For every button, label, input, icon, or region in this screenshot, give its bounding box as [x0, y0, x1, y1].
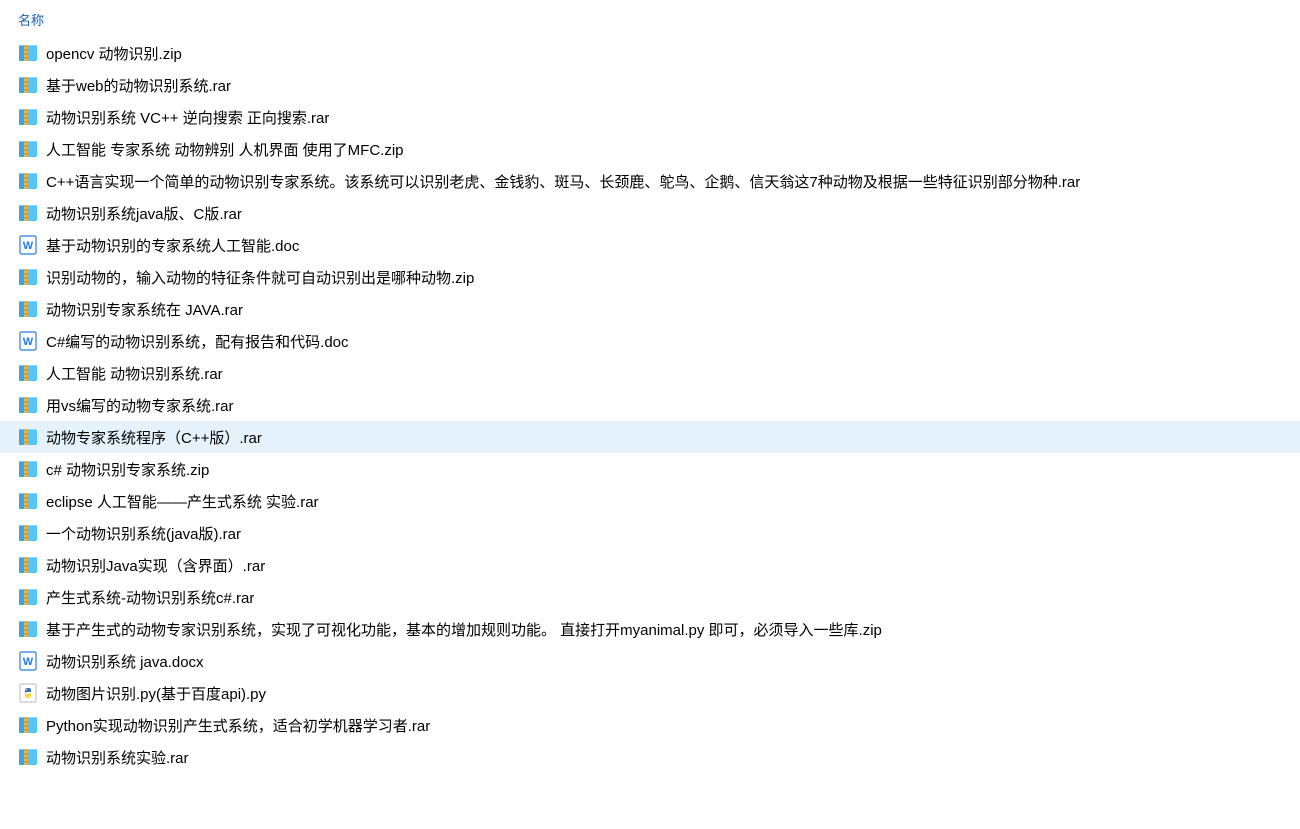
archive-icon — [18, 555, 38, 575]
file-row[interactable]: 人工智能 动物识别系统.rar — [0, 357, 1300, 389]
file-row[interactable]: 动物图片识别.py(基于百度api).py — [0, 677, 1300, 709]
file-row[interactable]: 动物识别Java实现（含界面）.rar — [0, 549, 1300, 581]
file-name: 基于动物识别的专家系统人工智能.doc — [46, 235, 299, 256]
file-name: C++语言实现一个简单的动物识别专家系统。该系统可以识别老虎、金钱豹、斑马、长颈… — [46, 171, 1080, 192]
column-header-name[interactable]: 名称 — [0, 0, 1300, 37]
file-row[interactable]: 识别动物的，输入动物的特征条件就可自动识别出是哪种动物.zip — [0, 261, 1300, 293]
file-name: 用vs编写的动物专家系统.rar — [46, 395, 234, 416]
file-name: eclipse 人工智能——产生式系统 实验.rar — [46, 491, 319, 512]
file-row[interactable]: 基于产生式的动物专家识别系统，实现了可视化功能，基本的增加规则功能。 直接打开m… — [0, 613, 1300, 645]
archive-icon — [18, 43, 38, 63]
word-doc-icon — [18, 331, 38, 351]
file-row[interactable]: c# 动物识别专家系统.zip — [0, 453, 1300, 485]
file-name: c# 动物识别专家系统.zip — [46, 459, 209, 480]
archive-icon — [18, 107, 38, 127]
file-row[interactable]: C#编写的动物识别系统，配有报告和代码.doc — [0, 325, 1300, 357]
archive-icon — [18, 715, 38, 735]
archive-icon — [18, 395, 38, 415]
file-name: opencv 动物识别.zip — [46, 43, 182, 64]
file-list: opencv 动物识别.zip 基于web的动物识别系统.rar 动物识别系统 VC… — [0, 37, 1300, 773]
file-name: 动物识别系统java版、C版.rar — [46, 203, 242, 224]
word-doc-icon — [18, 235, 38, 255]
file-name: 人工智能 动物识别系统.rar — [46, 363, 223, 384]
archive-icon — [18, 491, 38, 511]
file-row[interactable]: 动物识别系统java版、C版.rar — [0, 197, 1300, 229]
archive-icon — [18, 587, 38, 607]
archive-icon — [18, 267, 38, 287]
name-label: 名称 — [18, 13, 44, 28]
file-row[interactable]: 用vs编写的动物专家系统.rar — [0, 389, 1300, 421]
file-row[interactable]: 动物识别系统 VC++ 逆向搜索 正向搜索.rar — [0, 101, 1300, 133]
file-row[interactable]: C++语言实现一个简单的动物识别专家系统。该系统可以识别老虎、金钱豹、斑马、长颈… — [0, 165, 1300, 197]
file-row[interactable]: Python实现动物识别产生式系统，适合初学机器学习者.rar — [0, 709, 1300, 741]
file-name: 动物识别系统实验.rar — [46, 747, 189, 768]
file-name: 人工智能 专家系统 动物辨别 人机界面 使用了MFC.zip — [46, 139, 404, 160]
file-row[interactable]: opencv 动物识别.zip — [0, 37, 1300, 69]
file-row[interactable]: 基于web的动物识别系统.rar — [0, 69, 1300, 101]
file-name: 一个动物识别系统(java版).rar — [46, 523, 241, 544]
archive-icon — [18, 427, 38, 447]
file-row[interactable]: eclipse 人工智能——产生式系统 实验.rar — [0, 485, 1300, 517]
file-row[interactable]: 人工智能 专家系统 动物辨别 人机界面 使用了MFC.zip — [0, 133, 1300, 165]
file-name: 基于web的动物识别系统.rar — [46, 75, 231, 96]
file-row[interactable]: 动物识别专家系统在 JAVA.rar — [0, 293, 1300, 325]
file-name: 动物识别系统 java.docx — [46, 651, 204, 672]
archive-icon — [18, 171, 38, 191]
file-name: 动物识别Java实现（含界面）.rar — [46, 555, 265, 576]
archive-icon — [18, 619, 38, 639]
file-row[interactable]: 动物识别系统 java.docx — [0, 645, 1300, 677]
file-name: 动物图片识别.py(基于百度api).py — [46, 683, 266, 704]
file-row[interactable]: 一个动物识别系统(java版).rar — [0, 517, 1300, 549]
word-doc-icon — [18, 651, 38, 671]
file-row[interactable]: 动物专家系统程序（C++版）.rar — [0, 421, 1300, 453]
archive-icon — [18, 523, 38, 543]
archive-icon — [18, 363, 38, 383]
archive-icon — [18, 459, 38, 479]
file-name: 识别动物的，输入动物的特征条件就可自动识别出是哪种动物.zip — [46, 267, 474, 288]
file-name: 基于产生式的动物专家识别系统，实现了可视化功能，基本的增加规则功能。 直接打开m… — [46, 619, 882, 640]
archive-icon — [18, 747, 38, 767]
archive-icon — [18, 139, 38, 159]
python-file-icon — [18, 683, 38, 703]
file-name: C#编写的动物识别系统，配有报告和代码.doc — [46, 331, 349, 352]
file-name: Python实现动物识别产生式系统，适合初学机器学习者.rar — [46, 715, 430, 736]
file-name: 动物专家系统程序（C++版）.rar — [46, 427, 262, 448]
file-row[interactable]: 产生式系统-动物识别系统c#.rar — [0, 581, 1300, 613]
file-name: 动物识别专家系统在 JAVA.rar — [46, 299, 243, 320]
archive-icon — [18, 75, 38, 95]
file-row[interactable]: 动物识别系统实验.rar — [0, 741, 1300, 773]
file-row[interactable]: 基于动物识别的专家系统人工智能.doc — [0, 229, 1300, 261]
file-name: 动物识别系统 VC++ 逆向搜索 正向搜索.rar — [46, 107, 329, 128]
archive-icon — [18, 299, 38, 319]
file-name: 产生式系统-动物识别系统c#.rar — [46, 587, 254, 608]
archive-icon — [18, 203, 38, 223]
